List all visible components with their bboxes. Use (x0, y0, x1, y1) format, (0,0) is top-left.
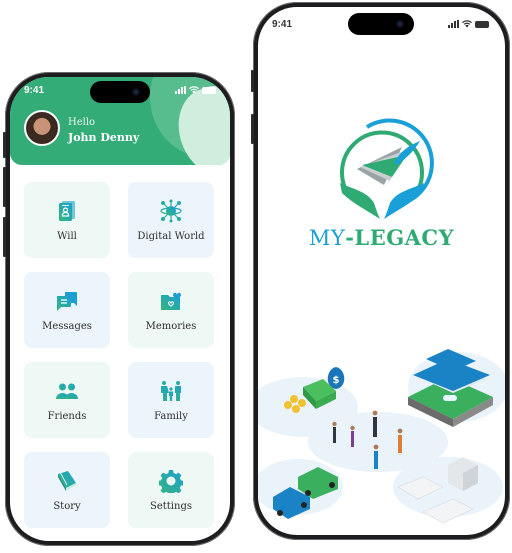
dynamic-island (348, 13, 414, 35)
memories-folder-icon (161, 292, 181, 310)
side-button (3, 132, 6, 158)
menu-grid: Will Digital World Messages Memories Fri… (24, 182, 220, 528)
menu-tile-label: Messages (42, 320, 92, 332)
wifi-icon (462, 20, 472, 28)
status-time: 9:41 (24, 85, 45, 96)
user-name: John Denny (68, 131, 140, 144)
side-button (3, 217, 6, 257)
menu-tile-label: Story (53, 500, 81, 512)
status-icons (175, 86, 216, 94)
avatar[interactable] (24, 110, 60, 146)
menu-tile-label: Digital World (137, 230, 205, 242)
battery-icon (475, 20, 489, 28)
menu-tile-messages[interactable]: Messages (24, 272, 110, 348)
side-button (3, 167, 6, 207)
signal-icon (448, 20, 459, 28)
menu-tile-family[interactable]: Family (128, 362, 214, 438)
menu-tile-label: Settings (150, 500, 192, 512)
settings-gear-icon (159, 469, 183, 493)
splash-phone: 9:41 MY-LEGACY $ (251, 2, 510, 540)
menu-tile-will[interactable]: Will (24, 182, 110, 258)
will-document-icon (59, 200, 75, 221)
status-icons (448, 20, 489, 28)
menu-tile-digital-world[interactable]: Digital World (128, 182, 214, 258)
splash-screen: 9:41 MY-LEGACY $ (258, 7, 505, 535)
wifi-icon (189, 86, 199, 94)
menu-tile-label: Family (154, 410, 188, 422)
side-button (251, 114, 254, 144)
profile-header: 9:41 Hello John Denny (10, 77, 230, 165)
svg-text:$: $ (333, 375, 340, 386)
side-button (251, 70, 254, 92)
menu-tile-memories[interactable]: Memories (128, 272, 214, 348)
menu-tile-friends[interactable]: Friends (24, 362, 110, 438)
menu-tile-label: Will (57, 230, 77, 242)
friends-icon (56, 383, 78, 399)
brand-title: MY-LEGACY (258, 225, 505, 250)
menu-tile-settings[interactable]: Settings (128, 452, 214, 528)
signal-icon (175, 86, 186, 94)
menu-tile-story[interactable]: Story (24, 452, 110, 528)
brand-prefix: MY (308, 226, 346, 250)
brand-suffix: -LEGACY (345, 225, 455, 250)
legacy-assets-illustration: $ (258, 349, 505, 524)
dynamic-island (90, 81, 150, 103)
family-icon (161, 380, 181, 401)
story-book-icon (58, 470, 76, 491)
digital-world-icon (160, 199, 182, 222)
messages-icon (57, 291, 77, 311)
status-time: 9:41 (272, 19, 293, 30)
home-screen: 9:41 Hello John Denny Will Digital World (10, 77, 230, 541)
menu-tile-label: Memories (145, 320, 197, 332)
home-phone: 9:41 Hello John Denny Will Digital World (3, 72, 235, 546)
my-legacy-logo-icon (339, 118, 434, 219)
battery-icon (202, 86, 216, 94)
menu-tile-label: Friends (47, 410, 87, 422)
greeting: Hello (68, 117, 96, 128)
